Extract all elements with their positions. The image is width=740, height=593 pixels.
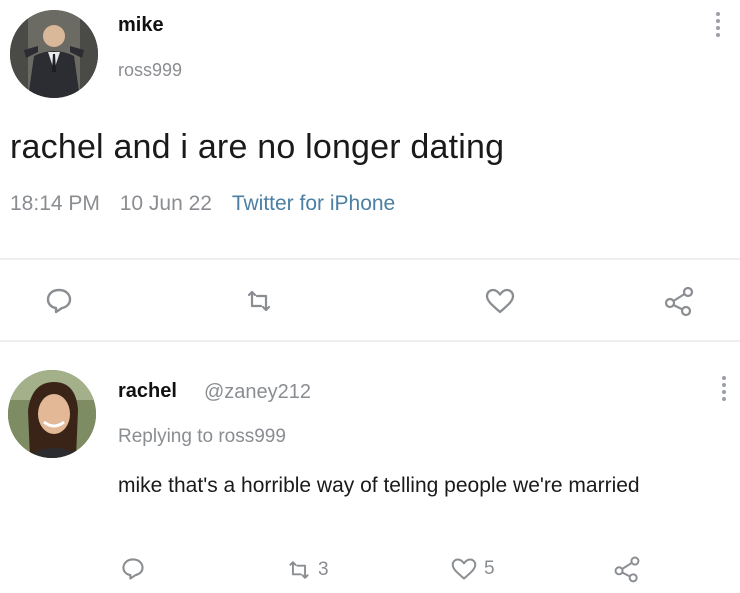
reply-author-handle[interactable]: @zaney212 — [204, 381, 311, 404]
reply-reply-button[interactable] — [120, 556, 146, 582]
retweet-button[interactable] — [244, 286, 274, 316]
author-handle[interactable]: ross999 — [118, 60, 182, 81]
avatar-photo — [8, 370, 96, 458]
tweet-text: rachel and i are no longer dating — [10, 128, 505, 166]
like-icon — [485, 288, 515, 314]
tweet-date: 10 Jun 22 — [119, 192, 212, 215]
more-options-icon[interactable] — [716, 12, 722, 40]
reply-author-name[interactable]: rachel — [118, 380, 177, 403]
share-icon — [614, 556, 640, 583]
like-count: 5 — [484, 558, 495, 579]
reply-share-button[interactable] — [612, 554, 642, 584]
reply-text: mike that's a horrible way of telling pe… — [118, 474, 640, 497]
retweet-icon — [289, 561, 309, 579]
avatar[interactable] — [10, 10, 98, 98]
reply-button[interactable] — [44, 286, 74, 316]
like-icon — [451, 558, 477, 580]
divider — [0, 258, 740, 260]
author-name[interactable]: mike — [118, 14, 164, 37]
reply-icon — [46, 288, 72, 314]
avatar[interactable] — [8, 370, 96, 458]
reply-icon — [122, 558, 144, 580]
reply-retweet-button[interactable]: 3 — [286, 557, 329, 583]
replying-to[interactable]: Replying to ross999 — [118, 426, 286, 448]
more-options-icon[interactable] — [722, 376, 728, 404]
share-icon — [664, 286, 694, 317]
tweet-source-link[interactable]: Twitter for iPhone — [232, 192, 395, 215]
retweet-icon — [247, 290, 271, 312]
divider — [0, 340, 740, 342]
tweet-meta: 18:14 PM 10 Jun 22 Twitter for iPhone — [10, 192, 395, 216]
retweet-count: 3 — [318, 559, 329, 580]
tweet-time: 18:14 PM — [10, 192, 100, 215]
like-button[interactable] — [484, 286, 516, 316]
share-button[interactable] — [662, 284, 696, 318]
avatar-photo — [10, 10, 98, 98]
reply-like-button[interactable]: 5 — [450, 556, 495, 582]
